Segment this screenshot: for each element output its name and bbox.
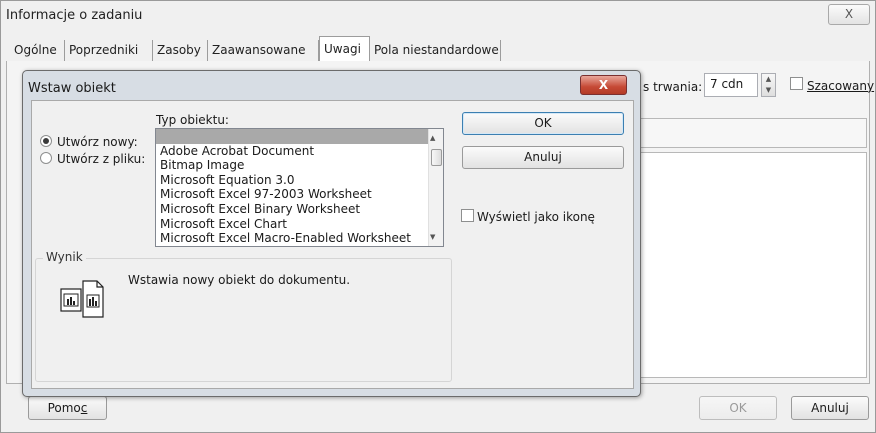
duration-spinner[interactable]: ▲ ▼: [761, 73, 776, 97]
list-item[interactable]: Microsoft Excel Macro-Enabled Worksheet: [156, 231, 428, 246]
spinner-down-icon[interactable]: ▼: [762, 85, 775, 96]
display-as-icon-label[interactable]: Wyświetl jako ikonę: [477, 210, 595, 224]
close-icon: X: [844, 7, 854, 21]
object-type-scrollbar[interactable]: [428, 129, 443, 246]
insert-object-icon: [59, 277, 107, 319]
estimated-checkbox[interactable]: [790, 77, 803, 90]
tab-uwagi[interactable]: Uwagi: [319, 36, 370, 62]
scrollbar-thumb[interactable]: [431, 149, 442, 166]
insert-object-title: Wstaw obiekt: [28, 81, 116, 96]
insert-cancel-button[interactable]: Anuluj: [462, 146, 624, 169]
list-item[interactable]: Microsoft Excel Binary Worksheet: [156, 202, 428, 217]
list-item[interactable]: Microsoft Equation 3.0: [156, 173, 428, 188]
create-from-file-label[interactable]: Utwórz z pliku:: [57, 152, 145, 166]
create-new-label[interactable]: Utwórz nowy:: [57, 135, 138, 149]
list-item[interactable]: Bitmap Image: [156, 158, 428, 173]
tab-ogólne[interactable]: Ogólne: [10, 40, 65, 61]
list-item[interactable]: [156, 129, 428, 144]
outer-close-button[interactable]: X: [828, 4, 870, 25]
close-icon: X: [598, 78, 609, 92]
result-description: Wstawia nowy obiekt do dokumentu.: [128, 273, 351, 287]
tab-pola-niestandardowe[interactable]: Pola niestandardowe: [370, 40, 501, 61]
tab-zaawansowane[interactable]: Zaawansowane: [208, 40, 319, 61]
arrow-down-icon[interactable]: ▼: [430, 233, 435, 241]
list-item[interactable]: Microsoft Excel 97-2003 Worksheet: [156, 187, 428, 202]
insert-object-icon-graphic: [60, 280, 104, 318]
spinner-up-icon[interactable]: ▲: [762, 74, 775, 85]
duration-label: s trwania:: [643, 80, 703, 94]
notes-area[interactable]: [640, 152, 867, 378]
duration-input[interactable]: 7 cdn: [704, 73, 758, 97]
estimated-label-text: Szacowany: [807, 79, 875, 93]
result-legend: Wynik: [43, 250, 86, 264]
object-type-items: Adobe Acrobat Document Bitmap Image Micros…: [156, 129, 428, 246]
help-button[interactable]: Pomoc: [28, 396, 107, 420]
tab-zasoby[interactable]: Zasoby: [153, 40, 208, 61]
arrow-up-icon[interactable]: ▲: [430, 134, 435, 142]
estimated-label: Szacowany: [807, 79, 874, 93]
list-item[interactable]: Microsoft Excel Chart: [156, 217, 428, 232]
outer-cancel-button[interactable]: Anuluj: [791, 396, 869, 420]
display-as-icon-checkbox[interactable]: [461, 209, 474, 222]
insert-close-button[interactable]: X: [580, 75, 627, 95]
dialog-title: Informacje o zadaniu: [6, 8, 143, 23]
outer-ok-button[interactable]: OK: [699, 396, 777, 420]
create-from-file-radio[interactable]: [40, 152, 52, 164]
insert-ok-button[interactable]: OK: [462, 112, 624, 135]
list-item[interactable]: Adobe Acrobat Document: [156, 144, 428, 159]
create-new-radio[interactable]: [40, 135, 52, 147]
notes-toolbar: [640, 118, 867, 148]
object-type-label: Typ obiektu:: [156, 113, 229, 127]
tab-poprzedniki[interactable]: Poprzedniki: [65, 40, 153, 61]
